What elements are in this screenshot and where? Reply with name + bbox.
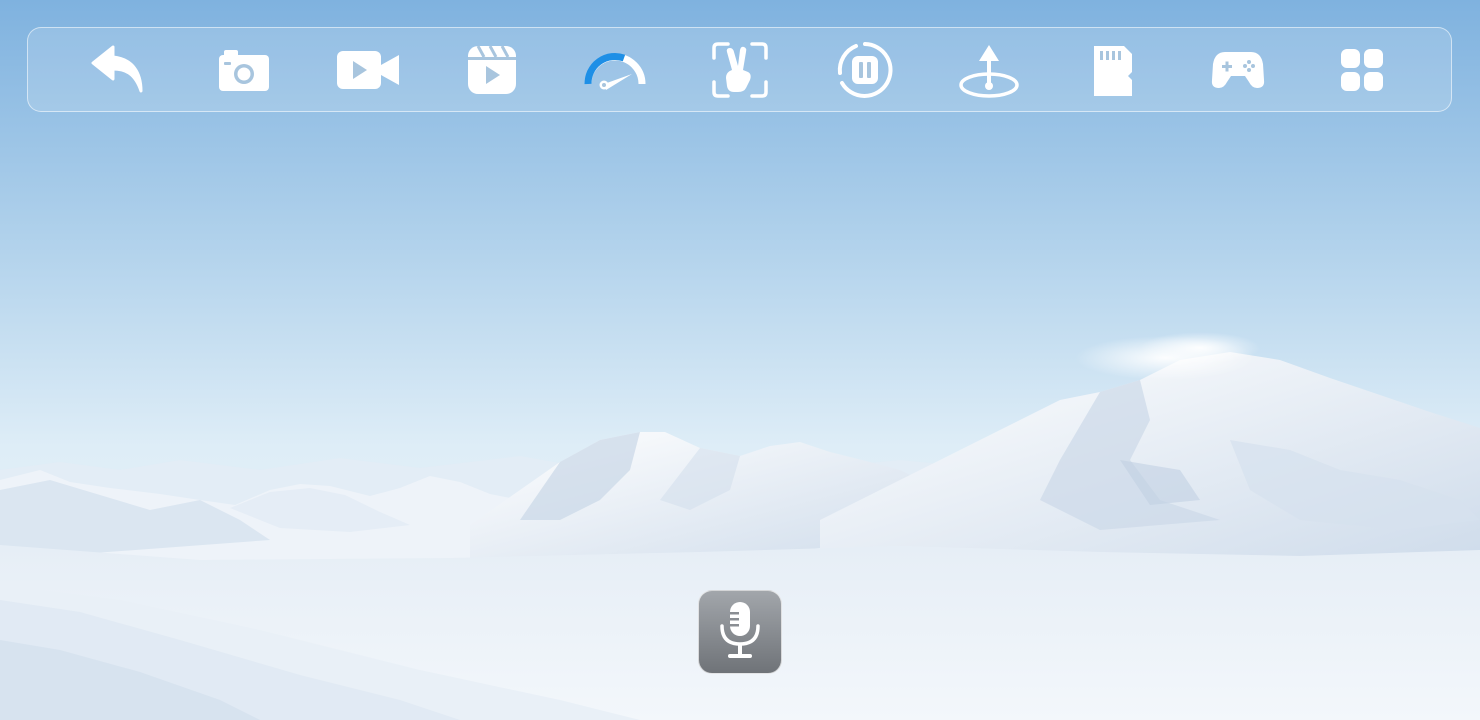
takeoff-button[interactable]	[956, 37, 1022, 103]
back-arrow-icon	[91, 45, 147, 95]
pause-circle-icon	[836, 41, 894, 99]
video-camera-icon	[335, 47, 401, 93]
speedometer-icon	[582, 50, 648, 90]
speed-button[interactable]	[582, 37, 648, 103]
clips-button[interactable]	[459, 37, 525, 103]
gesture-button[interactable]	[707, 37, 773, 103]
apps-grid-icon	[1339, 47, 1385, 93]
camera-icon	[216, 45, 272, 95]
voice-control-button[interactable]	[698, 590, 782, 674]
clapperboard-play-icon	[466, 44, 518, 96]
top-toolbar	[27, 27, 1452, 112]
pause-button[interactable]	[832, 37, 898, 103]
takeoff-landing-icon	[958, 41, 1020, 99]
storage-button[interactable]	[1080, 37, 1146, 103]
gesture-recognition-icon	[710, 40, 770, 100]
sd-card-icon	[1090, 42, 1136, 98]
photo-button[interactable]	[211, 37, 277, 103]
microphone-icon	[716, 600, 764, 665]
gamepad-icon	[1211, 48, 1265, 92]
controller-button[interactable]	[1205, 37, 1271, 103]
more-apps-button[interactable]	[1329, 37, 1395, 103]
video-button[interactable]	[335, 37, 401, 103]
back-button[interactable]	[86, 37, 152, 103]
